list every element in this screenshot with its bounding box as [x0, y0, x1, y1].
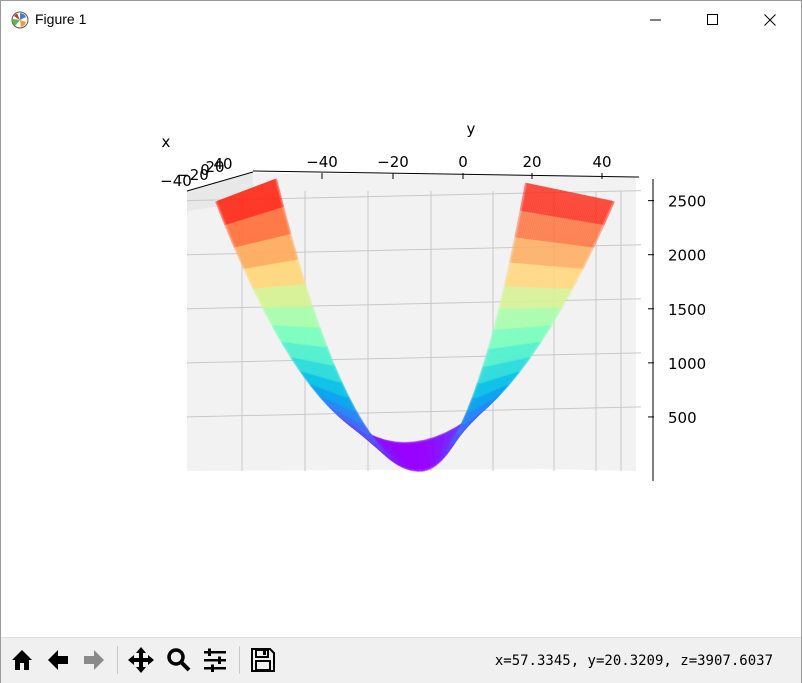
- cursor-coordinates: x=57.3345, y=20.3209, z=3907.6037: [494, 653, 773, 669]
- save-icon: [251, 648, 275, 672]
- plot-canvas[interactable]: 500 1000 1500 2000 2500 −40 −20 0 20 40 y −40 −20…: [1, 39, 801, 637]
- z-ticks: 500 1000 1500 2000 2500: [648, 193, 706, 427]
- minimize-button[interactable]: [633, 1, 679, 39]
- pan-icon: [128, 647, 154, 673]
- z-tick-label: 1000: [668, 355, 706, 373]
- z-tick-label: 1500: [668, 301, 706, 319]
- forward-arrow-icon: [84, 650, 104, 670]
- forward-button[interactable]: [78, 644, 110, 676]
- close-button[interactable]: [747, 1, 793, 39]
- z-tick-label: 2000: [668, 247, 706, 265]
- surface-strand: [404, 465, 414, 472]
- y-axis-label: y: [467, 120, 476, 138]
- y-tick-label: 20: [522, 153, 541, 171]
- y-tick-label: 40: [592, 153, 611, 171]
- toolbar-separator: [239, 646, 240, 674]
- subplots-button[interactable]: [199, 644, 231, 676]
- y-axis: −40 −20 0 20 40 y: [252, 120, 640, 179]
- surface-strand: [424, 465, 432, 472]
- y-tick-label: −20: [377, 153, 409, 171]
- save-button[interactable]: [247, 644, 279, 676]
- surface-strand: [419, 467, 426, 472]
- title-bar: Figure 1: [1, 1, 801, 39]
- sliders-icon: [204, 648, 226, 672]
- home-button[interactable]: [6, 644, 38, 676]
- minimize-icon: [650, 19, 661, 21]
- surface-strand: [412, 467, 421, 472]
- window-title: Figure 1: [35, 11, 87, 27]
- maximize-icon: [707, 14, 718, 25]
- x-tick-label: 40: [213, 155, 232, 173]
- z-axis: 500 1000 1500 2000 2500: [648, 179, 706, 481]
- back-button[interactable]: [42, 644, 74, 676]
- maximize-button[interactable]: [690, 1, 736, 39]
- figure-window: Figure 1 500 1000 1500 2000 2500 −40 −20 0 20 40…: [0, 0, 802, 683]
- navigation-toolbar: x=57.3345, y=20.3209, z=3907.6037: [1, 637, 801, 683]
- matplotlib-icon: [11, 11, 29, 29]
- y-tick-label: 0: [458, 153, 468, 171]
- home-icon: [12, 650, 32, 670]
- zoom-button[interactable]: [163, 644, 195, 676]
- z-tick-label: 500: [668, 409, 697, 427]
- zoom-icon: [167, 648, 191, 672]
- pan-button[interactable]: [125, 644, 157, 676]
- close-icon: [764, 14, 776, 26]
- x-axis-label: x: [162, 133, 171, 151]
- back-arrow-icon: [48, 650, 68, 670]
- y-tick-label: −40: [306, 153, 338, 171]
- z-tick-label: 2500: [668, 193, 706, 211]
- toolbar-separator: [117, 646, 118, 674]
